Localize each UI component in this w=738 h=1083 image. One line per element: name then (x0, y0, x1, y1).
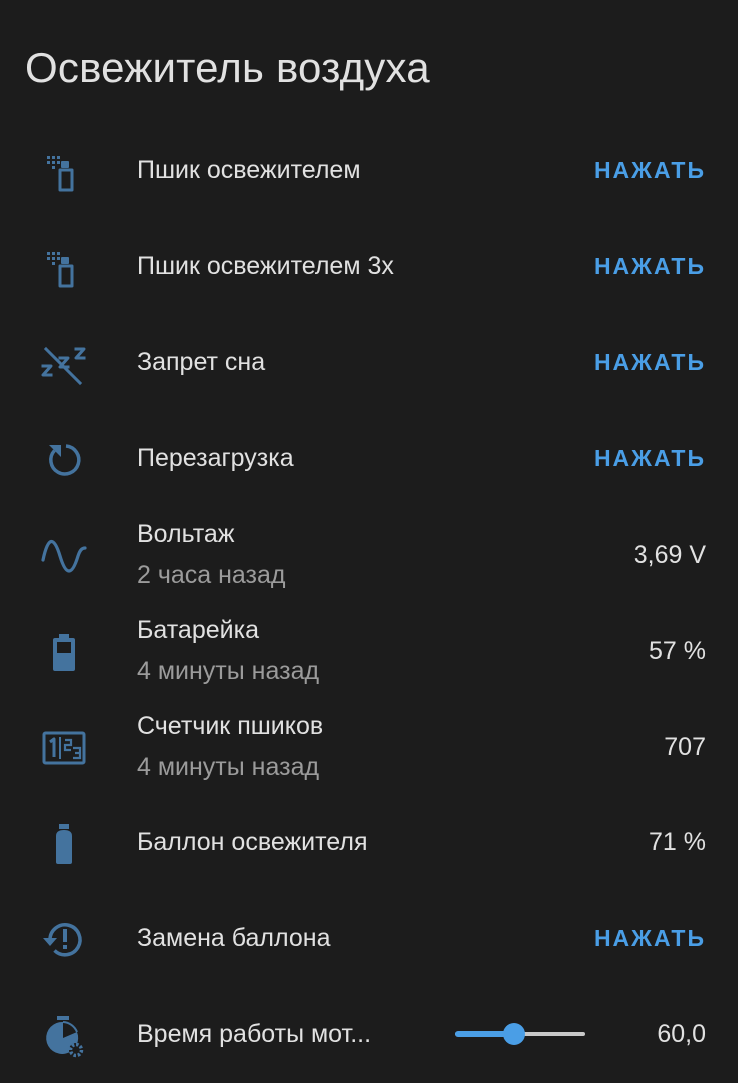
entity-row-spray-counter[interactable]: Счетчик пшиков 4 минуты назад 707 (0, 698, 738, 794)
entity-name: Замена баллона (137, 924, 331, 952)
entity-name: Счетчик пшиков (137, 712, 324, 740)
entity-state: 3,69 V (633, 541, 706, 569)
sleep-off-icon (40, 340, 88, 388)
entity-row-sleep-block[interactable]: Запрет сна НАЖАТЬ (0, 314, 738, 410)
last-changed: 4 минуты назад (137, 753, 320, 781)
entity-name: Запрет сна (137, 348, 266, 376)
press-button[interactable]: НАЖАТЬ (594, 155, 706, 185)
entity-state: 57 % (649, 637, 706, 665)
entity-row-battery[interactable]: Батарейка 4 минуты назад 57 % (0, 602, 738, 698)
battery-icon (40, 628, 88, 676)
restart-icon (40, 436, 88, 484)
entity-row-spray[interactable]: Пшик освежителем НАЖАТЬ (0, 122, 738, 218)
press-button[interactable]: НАЖАТЬ (594, 443, 706, 473)
entity-row-cylinder[interactable]: Баллон освежителя 71 % (0, 794, 738, 890)
spray-bottle-icon (40, 244, 88, 292)
counter-icon (40, 724, 88, 772)
press-button[interactable]: НАЖАТЬ (594, 251, 706, 281)
entity-name: Баллон освежителя (137, 828, 368, 856)
press-button[interactable]: НАЖАТЬ (594, 347, 706, 377)
last-changed: 4 минуты назад (137, 657, 320, 685)
entity-name: Перезагрузка (137, 444, 294, 472)
entity-name: Батарейка (137, 616, 259, 644)
sine-wave-icon (40, 532, 88, 580)
entity-row-cylinder-replace[interactable]: Замена баллона НАЖАТЬ (0, 890, 738, 986)
last-changed: 2 часа назад (137, 561, 286, 589)
timer-cog-icon (40, 1012, 88, 1060)
gas-cylinder-icon (40, 820, 88, 868)
entity-state: 707 (664, 733, 706, 761)
entity-state: 60,0 (657, 1020, 706, 1048)
history-alert-icon (40, 916, 88, 964)
entity-name: Вольтаж (137, 520, 235, 548)
entity-name: Пшик освежителем (137, 156, 361, 184)
entities-card: Освежитель воздуха Пшик освежителем НАЖА… (0, 0, 738, 1083)
entity-row-restart[interactable]: Перезагрузка НАЖАТЬ (0, 410, 738, 506)
spray-bottle-icon (40, 148, 88, 196)
motor-time-slider[interactable] (455, 1023, 585, 1045)
press-button[interactable]: НАЖАТЬ (594, 923, 706, 953)
card-title: Освежитель воздуха (25, 44, 430, 91)
entity-name: Время работы мот... (137, 1020, 372, 1048)
entity-row-voltage[interactable]: Вольтаж 2 часа назад 3,69 V (0, 506, 738, 602)
entity-name: Пшик освежителем 3x (137, 252, 394, 280)
entity-row-spray-3x[interactable]: Пшик освежителем 3x НАЖАТЬ (0, 218, 738, 314)
entity-row-motor-time[interactable]: Время работы мот... 60,0 (0, 986, 738, 1082)
slider-thumb[interactable] (503, 1023, 525, 1045)
entity-state: 71 % (649, 828, 706, 856)
